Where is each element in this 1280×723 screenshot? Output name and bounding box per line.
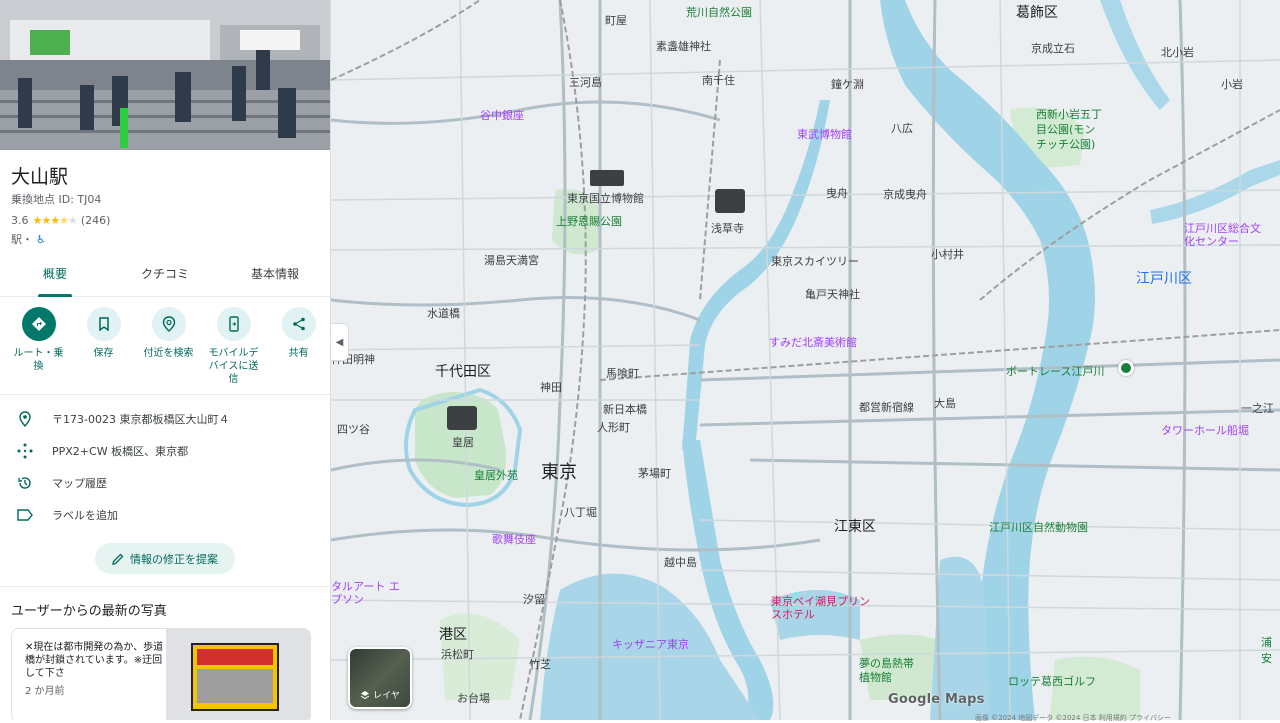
plus-code-text: PPX2+CW 板橋区、東京都 [52,445,189,458]
rating-row[interactable]: 3.6 ★★★★★ (246) [0,207,330,227]
layers-label: レイヤ [373,691,400,701]
place-photo[interactable] [0,0,330,150]
history-row[interactable]: マップ履歴 [0,467,330,499]
suggest-edit-container: 情報の修正を提案 [0,543,330,574]
category-row: 駅・ ♿ [0,227,330,247]
label-icon [0,509,50,521]
add-label-text: ラベルを追加 [52,509,118,522]
layers-label-row: レイヤ [350,688,410,701]
location-pin-icon [0,411,50,427]
tab-bar: 概要 クチコミ 基本情報 [0,263,330,297]
plus-code-icon [0,443,50,459]
action-label: 付近を検索 [143,348,194,359]
photo-card-time: 2 か月前 [25,686,65,697]
station-photo-image [0,0,330,150]
pencil-icon [112,553,124,565]
send-to-phone-button[interactable]: モバイルデバイスに送信 [203,307,264,394]
map-canvas[interactable]: 葛飾区 荒川自然公園 町屋 素盞雄神社 京成立石 北小岩 三河島 南千住 鐘ケ淵… [331,0,1280,720]
share-button[interactable]: 共有 [268,307,329,394]
address-text: 〒173-0023 東京都板橋区大山町４ [52,413,230,426]
phone-icon [216,307,251,341]
google-maps-logo: Google Maps [888,692,985,707]
share-icon [281,307,316,341]
layers-icon [360,690,370,699]
review-count[interactable]: (246) [81,214,111,227]
layers-button[interactable]: レイヤ [348,647,412,709]
rating-value: 3.6 [11,214,29,227]
info-list: 〒173-0023 東京都板橋区大山町４ PPX2+CW 板橋区、東京都 マップ… [0,395,330,531]
add-label-row[interactable]: ラベルを追加 [0,499,330,531]
photo-card[interactable]: ✕現在は都市開発の為か、歩道橋が封鎖されています。※迂回して下さ 2 か月前 [11,628,311,720]
chevron-left-icon: ◀ [335,336,344,348]
action-label: 共有 [288,348,309,359]
tab-reviews[interactable]: クチコミ [110,263,220,296]
tab-label: 概要 [42,267,67,281]
history-text: マップ履歴 [52,477,107,490]
action-label: モバイルデバイスに送信 [208,348,259,385]
action-label: ルート・乗換 [13,348,64,372]
photo-card-image[interactable] [166,629,310,720]
save-button[interactable]: 保存 [73,307,134,394]
map-copyright: 画像 ©2024 地図データ ©2024 日本 利用規約 プライバシー [975,714,1171,722]
suggest-edit-button[interactable]: 情報の修正を提案 [95,543,235,574]
directions-button[interactable]: ルート・乗換 [8,307,69,394]
tab-label: 基本情報 [250,267,299,281]
tab-about[interactable]: 基本情報 [220,263,330,296]
nearby-button[interactable]: 付近を検索 [138,307,199,394]
action-label: 保存 [93,348,114,359]
current-location-icon[interactable] [1118,360,1134,376]
plus-code-row[interactable]: PPX2+CW 板橋区、東京都 [0,435,330,467]
photos-heading: ユーザーからの最新の写真 [11,604,167,619]
place-title: 大山駅 [11,166,69,188]
address-row[interactable]: 〒173-0023 東京都板橋区大山町４ [0,403,330,435]
suggest-edit-label: 情報の修正を提案 [130,552,218,566]
museum-marker[interactable] [590,170,624,186]
category-label: 駅・ [11,233,33,246]
map-graphic [331,0,1280,720]
photo-card-text-block: ✕現在は都市開発の為か、歩道橋が封鎖されています。※迂回して下さ 2 か月前 [12,629,166,720]
photo-card-text: ✕現在は都市開発の為か、歩道橋が封鎖されています。※迂回して下さ [25,642,164,679]
transfer-id: 乗換地点 ID: TJ04 [11,193,102,206]
wheelchair-icon: ♿ [36,232,46,246]
tab-overview[interactable]: 概要 [0,263,110,297]
star-rating-icon: ★★★★★ [32,214,78,227]
nearby-search-icon [151,307,186,341]
collapse-panel-button[interactable]: ◀ [331,323,349,361]
history-icon [0,475,50,491]
action-buttons: ルート・乗換 保存 付近を検索 モバイルデバイスに送信 共有 [0,297,330,395]
bookmark-icon [86,307,121,341]
directions-icon [21,307,56,341]
palace-marker[interactable] [447,406,477,430]
tab-label: クチコミ [140,267,189,281]
place-panel: 大山駅 乗換地点 ID: TJ04 3.6 ★★★★★ (246) 駅・ ♿ 概… [0,0,331,720]
temple-marker[interactable] [715,189,745,213]
